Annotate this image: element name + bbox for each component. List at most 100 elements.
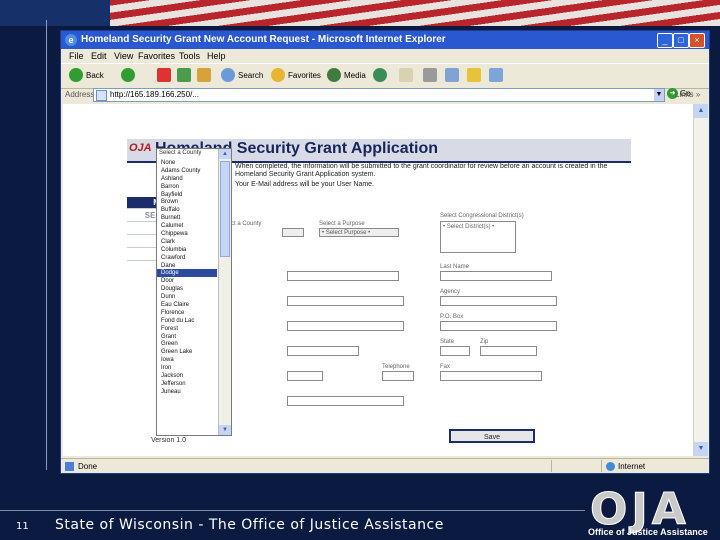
scroll-down-icon[interactable]: ▼ [694, 442, 708, 456]
county-option[interactable]: Columbia [157, 246, 217, 254]
stop-button[interactable] [157, 68, 173, 84]
county-option[interactable]: Dunn [157, 293, 217, 301]
favorites-label: Favorites [288, 71, 321, 80]
status-bar: Done Internet [61, 458, 709, 473]
county-option[interactable]: Clark [157, 238, 217, 246]
county-option[interactable]: Adams County [157, 167, 217, 175]
agency-field[interactable] [440, 296, 557, 306]
print-button[interactable] [423, 68, 439, 84]
congressional-select[interactable]: • Select District(s) • [440, 221, 516, 253]
address-input[interactable]: http://165.189.166.250/... ▼ [93, 88, 665, 102]
address-dropdown-icon[interactable]: ▼ [654, 89, 664, 101]
county-dropdown-label: Select a County [159, 150, 202, 156]
county-option[interactable]: Jackson [157, 372, 217, 380]
app-version: Version 1.0 [151, 437, 187, 444]
county-option[interactable]: Green [157, 340, 217, 348]
forward-button[interactable] [121, 68, 137, 84]
edit-button[interactable] [445, 68, 461, 84]
county-option[interactable]: Brown [157, 198, 217, 206]
refresh-button[interactable] [177, 68, 193, 84]
fax-field[interactable] [440, 371, 542, 381]
menu-edit[interactable]: Edit [91, 51, 107, 61]
page-scrollbar[interactable]: ▲ ▼ [693, 104, 708, 456]
county-dropdown[interactable]: Select a County None Adams County Ashland B… [156, 148, 232, 436]
county-option[interactable]: Dane [157, 262, 217, 270]
po-box-label: P.O. Box [440, 314, 464, 320]
county-option[interactable]: Chippewa [157, 230, 217, 238]
first-name-field[interactable] [287, 271, 399, 281]
menu-tools[interactable]: Tools [179, 51, 200, 61]
county-option[interactable]: Calumet [157, 222, 217, 230]
stop-icon [157, 68, 171, 82]
messenger-button[interactable] [489, 68, 505, 84]
history-button[interactable] [373, 68, 389, 84]
discuss-button[interactable] [467, 68, 483, 84]
county-option[interactable]: Iron [157, 364, 217, 372]
county-option[interactable]: Dodge [157, 269, 217, 278]
county-option[interactable]: Grant [157, 333, 217, 341]
county-option[interactable]: Douglas [157, 285, 217, 293]
purpose-select[interactable]: • Select Purpose • [319, 228, 399, 237]
po-box-field[interactable] [440, 321, 557, 331]
county-option[interactable]: Ashland [157, 175, 217, 183]
maximize-button[interactable]: □ [673, 33, 689, 48]
county-option[interactable]: None [157, 159, 217, 167]
menu-help[interactable]: Help [207, 51, 226, 61]
county-option[interactable]: Crawford [157, 254, 217, 262]
county-option[interactable]: Buffalo [157, 206, 217, 214]
phone-area-field[interactable] [287, 371, 323, 381]
mail-button[interactable] [399, 68, 415, 84]
flag-banner [0, 0, 720, 26]
county-option[interactable]: Florence [157, 309, 217, 317]
county-option[interactable]: Green Lake [157, 348, 217, 356]
status-text: Done [78, 462, 98, 471]
county-scrollbar[interactable]: ▲ ▼ [218, 149, 231, 435]
slide-footer-rule [0, 510, 585, 511]
back-label: Back [86, 71, 104, 80]
save-button[interactable]: Save [449, 429, 535, 443]
page-done-icon [65, 462, 74, 471]
county-scroll-down-icon[interactable]: ▼ [219, 425, 231, 435]
links-button[interactable]: Links » [675, 90, 700, 99]
county-select-tail[interactable] [282, 228, 304, 237]
title-field[interactable] [287, 296, 404, 306]
last-name-label: Last Name [440, 264, 470, 270]
menu-favorites[interactable]: Favorites [138, 51, 175, 61]
slide-footer-text: State of Wisconsin - The Office of Justi… [55, 517, 444, 533]
email-field[interactable] [287, 396, 404, 406]
last-name-field[interactable] [440, 271, 552, 281]
menu-view[interactable]: View [114, 51, 133, 61]
close-button[interactable]: × [689, 33, 705, 48]
county-option[interactable]: Burnett [157, 214, 217, 222]
agency-label: Agency [440, 289, 461, 295]
scroll-up-icon[interactable]: ▲ [694, 104, 708, 118]
county-option[interactable]: Jefferson [157, 380, 217, 388]
menu-file[interactable]: File [69, 51, 84, 61]
home-button[interactable] [197, 68, 213, 84]
county-option[interactable]: Bayfield [157, 191, 217, 199]
city-field[interactable] [287, 346, 359, 356]
county-option[interactable]: Forest [157, 325, 217, 333]
telephone-field[interactable] [382, 371, 414, 381]
county-option[interactable]: Barron [157, 183, 217, 191]
instruction-item: Your E-Mail address will be your User Na… [227, 181, 627, 189]
county-option[interactable]: Fond du Lac [157, 317, 217, 325]
back-arrow-icon [69, 68, 83, 82]
county-option[interactable]: Juneau [157, 388, 217, 396]
state-field[interactable] [440, 346, 470, 356]
minimize-button[interactable]: _ [657, 33, 673, 48]
favorites-star-icon [271, 68, 285, 82]
congressional-option: • Select District(s) • [443, 224, 495, 230]
county-option[interactable]: Eau Claire [157, 301, 217, 309]
county-scroll-thumb[interactable] [220, 161, 230, 257]
zip-field[interactable] [480, 346, 537, 356]
address-field[interactable] [287, 321, 404, 331]
page-icon [96, 90, 107, 101]
congressional-label: Select Congressional District(s) [440, 213, 524, 219]
county-option[interactable]: Iowa [157, 356, 217, 364]
county-option[interactable]: Door [157, 277, 217, 285]
history-icon [373, 68, 387, 82]
title-bar[interactable]: e Homeland Security Grant New Account Re… [61, 31, 709, 49]
window-title: Homeland Security Grant New Account Requ… [81, 34, 446, 45]
county-scroll-up-icon[interactable]: ▲ [219, 149, 231, 159]
